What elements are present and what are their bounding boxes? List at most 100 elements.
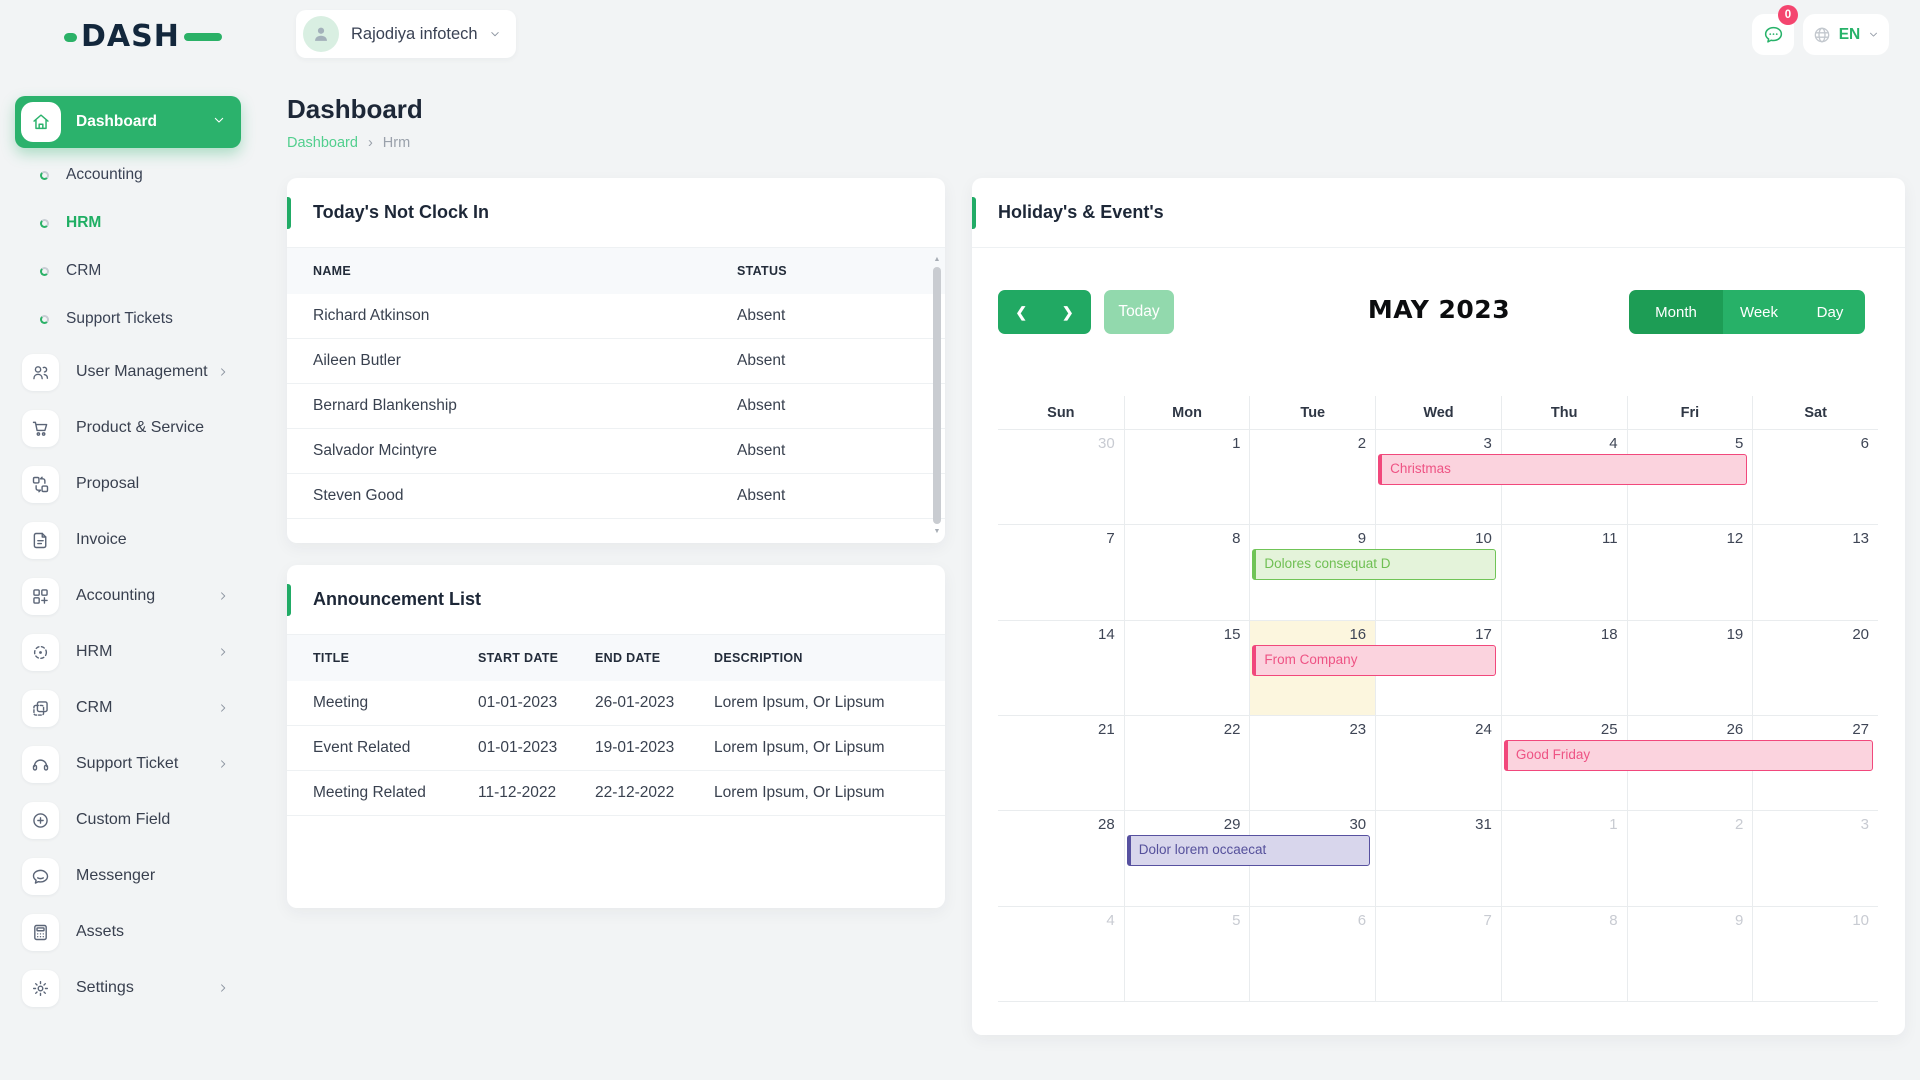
scrollbar[interactable]: ▲ ▼ <box>932 255 942 537</box>
announcement-card: Announcement List TITLESTART DATEEND DAT… <box>287 565 945 908</box>
scroll-down-icon[interactable]: ▼ <box>932 527 942 537</box>
sidebar-subitem-label: HRM <box>66 214 101 232</box>
table-row: Salvador McintyreAbsent <box>287 429 945 474</box>
sidebar-item-dashboard[interactable]: Dashboard <box>15 96 241 148</box>
cart-icon <box>22 410 59 447</box>
chevron-right-icon <box>216 757 230 771</box>
sidebar-item-product-service[interactable]: Product & Service <box>0 400 260 456</box>
calendar-week-row: 21222324252627Good Friday <box>998 716 1878 811</box>
table-cell: Richard Atkinson <box>313 307 737 325</box>
calendar-day-cell[interactable]: 11 <box>1501 525 1627 619</box>
sidebar-item-settings[interactable]: Settings <box>0 960 260 1016</box>
calendar-day-cell[interactable]: 9 <box>1627 907 1753 1001</box>
scroll-up-icon[interactable]: ▲ <box>932 255 942 265</box>
calendar-week-row: 28293031123Dolor lorem occaecat <box>998 811 1878 906</box>
calendar-view-day[interactable]: Day <box>1795 290 1865 334</box>
calendar-event-dolor-lorem-occaecat[interactable]: Dolor lorem occaecat <box>1127 835 1370 866</box>
calendar-date-number: 22 <box>1224 721 1241 738</box>
sidebar-item-accounting[interactable]: Accounting <box>0 568 260 624</box>
announcement-table-body: Meeting01-01-202326-01-2023Lorem Ipsum, … <box>287 681 945 816</box>
sidebar-subitem-crm[interactable]: CRM <box>0 247 260 295</box>
calendar-day-cell[interactable]: 6 <box>1752 430 1878 524</box>
calendar-view-month[interactable]: Month <box>1629 290 1723 334</box>
bullet-icon <box>40 219 49 228</box>
breadcrumb: Dashboard › Hrm <box>287 135 410 151</box>
file-icon <box>22 522 59 559</box>
calendar-day-cell[interactable]: 1 <box>1501 811 1627 905</box>
table-cell: Lorem Ipsum, Or Lipsum <box>714 784 945 802</box>
calendar-day-cell[interactable]: 18 <box>1501 621 1627 715</box>
sidebar-item-user-management[interactable]: User Management <box>0 344 260 400</box>
sidebar-item-label: Invoice <box>76 531 127 549</box>
bullet-icon <box>40 267 49 276</box>
calendar-date-number: 30 <box>1098 435 1115 452</box>
globe-icon <box>1812 25 1832 45</box>
calendar-day-cell[interactable]: 30 <box>998 430 1124 524</box>
calendar-event-from-company[interactable]: From Company <box>1252 645 1495 676</box>
sidebar-item-proposal[interactable]: Proposal <box>0 456 260 512</box>
calendar-day-cell[interactable]: 12 <box>1627 525 1753 619</box>
calendar-view-week[interactable]: Week <box>1723 290 1795 334</box>
brand-logo[interactable]: DASH <box>64 22 222 52</box>
sidebar-item-assets[interactable]: Assets <box>0 904 260 960</box>
sidebar-subitem-accounting[interactable]: Accounting <box>0 151 260 199</box>
sidebar-item-invoice[interactable]: Invoice <box>0 512 260 568</box>
calendar-day-cell[interactable]: 14 <box>998 621 1124 715</box>
calendar-day-cell[interactable]: 3 <box>1752 811 1878 905</box>
sidebar-subitem-hrm[interactable]: HRM <box>0 199 260 247</box>
calendar-day-cell[interactable]: 19 <box>1627 621 1753 715</box>
calendar-day-cell[interactable]: 6 <box>1249 907 1375 1001</box>
sidebar-item-support-ticket[interactable]: Support Ticket <box>0 736 260 792</box>
announcement-card-header: Announcement List <box>287 565 945 635</box>
sidebar-item-label: Dashboard <box>76 113 157 131</box>
calendar-day-cell[interactable]: 2 <box>1627 811 1753 905</box>
sidebar-item-hrm[interactable]: HRM <box>0 624 260 680</box>
calendar-date-number: 16 <box>1349 626 1366 643</box>
calendar-date-number: 13 <box>1852 530 1869 547</box>
calendar-event-good-friday[interactable]: Good Friday <box>1504 740 1873 771</box>
calendar-day-cell[interactable]: 15 <box>1124 621 1250 715</box>
table-cell: Aileen Butler <box>313 352 737 370</box>
calendar-day-cell[interactable]: 1 <box>1124 430 1250 524</box>
calendar-day-cell[interactable]: 24 <box>1375 716 1501 810</box>
calendar-day-cell[interactable]: 4 <box>998 907 1124 1001</box>
column-header-status: STATUS <box>737 264 945 278</box>
table-cell: 11-12-2022 <box>478 784 595 802</box>
swap-icon <box>22 466 59 503</box>
table-row: Bernard BlankenshipAbsent <box>287 384 945 429</box>
calendar-dayname: Sun <box>998 396 1124 429</box>
calendar-date-number: 19 <box>1727 626 1744 643</box>
chevron-down-icon <box>211 112 227 133</box>
language-selector[interactable]: EN <box>1803 14 1889 55</box>
column-header-end-date: END DATE <box>595 651 714 665</box>
sidebar-subitem-support-tickets[interactable]: Support Tickets <box>0 295 260 343</box>
calendar-day-cell[interactable]: 22 <box>1124 716 1250 810</box>
calendar-day-cell[interactable]: 21 <box>998 716 1124 810</box>
calendar-day-cell[interactable]: 7 <box>998 525 1124 619</box>
sidebar-item-custom-field[interactable]: Custom Field <box>0 792 260 848</box>
calendar-day-cell[interactable]: 8 <box>1124 525 1250 619</box>
sidebar-item-crm[interactable]: CRM <box>0 680 260 736</box>
calendar-day-cell[interactable]: 23 <box>1249 716 1375 810</box>
calendar-day-cell[interactable]: 28 <box>998 811 1124 905</box>
calendar-day-cell[interactable]: 7 <box>1375 907 1501 1001</box>
scrollbar-thumb[interactable] <box>933 267 941 524</box>
calendar-day-cell[interactable]: 2 <box>1249 430 1375 524</box>
calendar-day-cell[interactable]: 20 <box>1752 621 1878 715</box>
company-selector[interactable]: Rajodiya infotech <box>296 10 516 58</box>
calendar-day-cell[interactable]: 8 <box>1501 907 1627 1001</box>
calendar-day-cell[interactable]: 5 <box>1124 907 1250 1001</box>
calendar-event-dolores-consequat-d[interactable]: Dolores consequat D <box>1252 549 1495 580</box>
calendar-event-christmas[interactable]: Christmas <box>1378 454 1747 485</box>
table-row: Aileen ButlerAbsent <box>287 339 945 384</box>
calendar-date-number: 25 <box>1601 721 1618 738</box>
breadcrumb-link-dashboard[interactable]: Dashboard <box>287 135 358 151</box>
sidebar-item-messenger[interactable]: Messenger <box>0 848 260 904</box>
calendar-day-cell[interactable]: 31 <box>1375 811 1501 905</box>
calendar-dayname: Thu <box>1501 396 1627 429</box>
calendar-day-cell[interactable]: 10 <box>1752 907 1878 1001</box>
table-cell: Absent <box>737 487 945 505</box>
calendar-day-cell[interactable]: 13 <box>1752 525 1878 619</box>
column-header-name: NAME <box>313 264 737 278</box>
calendar-date-number: 6 <box>1861 435 1869 452</box>
